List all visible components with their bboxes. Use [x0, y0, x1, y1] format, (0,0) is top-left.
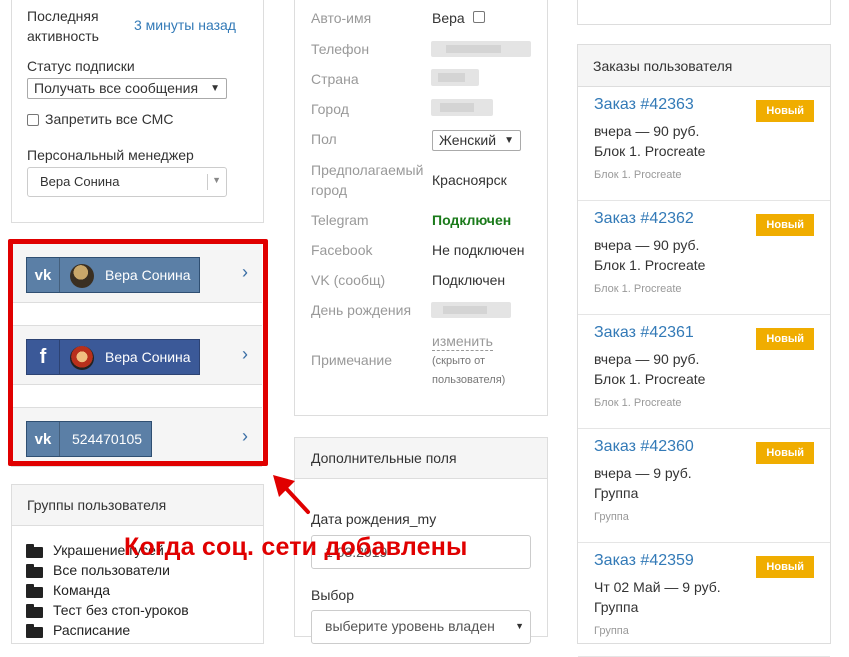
user-fields-panel: Авто-имя Вера Телефон Страна Город Пол Ж…: [294, 0, 548, 416]
estimated-city-label: Предполагаемый город: [311, 162, 424, 198]
folder-icon: [26, 584, 43, 598]
telegram-label: Telegram: [311, 212, 369, 228]
order-meta: вчера — 90 руб.: [594, 237, 700, 253]
order-meta: Чт 02 Май — 9 руб.: [594, 579, 721, 595]
choice-select[interactable]: выберите уровень владен ▼: [311, 610, 531, 644]
city-value-redacted: [431, 99, 493, 116]
status-badge: Новый: [756, 442, 814, 464]
folder-icon: [26, 624, 43, 638]
birthday-my-label: Дата рождения_my: [311, 511, 437, 527]
subscription-label: Статус подписки: [27, 58, 135, 74]
annotation-caption: Когда соц. сети добавлены: [124, 533, 468, 561]
folder-icon: [26, 604, 43, 618]
manager-select[interactable]: Вера Сонина ▼: [27, 167, 227, 197]
note-edit-link[interactable]: изменить: [432, 332, 493, 351]
chevron-down-icon: ▼: [504, 135, 514, 146]
order-meta: вчера — 90 руб.: [594, 351, 700, 367]
subscription-select-value: Получать все сообщения: [34, 80, 199, 96]
group-item[interactable]: Расписание: [53, 622, 130, 638]
order-title[interactable]: Заказ #42361: [594, 324, 694, 342]
subscription-panel: Последняя активность 3 минуты назад Стат…: [11, 0, 264, 223]
highlight-frame: [8, 239, 268, 466]
order-title[interactable]: Заказ #42360: [594, 438, 694, 456]
birthday-label: День рождения: [311, 302, 412, 318]
avatar-name-value: Вера: [432, 10, 465, 26]
country-label: Страна: [311, 71, 359, 87]
order-subtitle: Блок 1. Procreate: [594, 397, 682, 409]
order-product: Блок 1. Procreate: [594, 371, 706, 387]
status-badge: Новый: [756, 100, 814, 122]
folder-icon: [26, 564, 43, 578]
order-item[interactable]: Заказ #42362 Новый вчера — 90 руб. Блок …: [578, 201, 830, 315]
order-subtitle: Группа: [594, 625, 629, 637]
orders-panel: Заказы пользователя Заказ #42363 Новый в…: [577, 44, 831, 657]
order-meta: вчера — 9 руб.: [594, 465, 692, 481]
status-badge: Новый: [756, 556, 814, 578]
vk-status: Подключен: [432, 272, 506, 288]
manager-label: Персональный менеджер: [27, 147, 194, 163]
group-item[interactable]: Команда: [53, 582, 110, 598]
group-item[interactable]: Все пользователи: [53, 562, 170, 578]
orders-title: Заказы пользователя: [593, 58, 733, 74]
status-badge: Новый: [756, 214, 814, 236]
order-title[interactable]: Заказ #42362: [594, 210, 694, 228]
order-title[interactable]: Заказ #42363: [594, 96, 694, 114]
city-label: Город: [311, 101, 349, 117]
order-subtitle: Блок 1. Procreate: [594, 283, 682, 295]
folder-icon: [26, 544, 43, 558]
note-hint: (скрыто от пользователя): [432, 355, 506, 386]
groups-title: Группы пользователя: [27, 497, 167, 513]
note-label: Примечание: [311, 352, 393, 368]
gender-select[interactable]: Женский ▼: [432, 130, 521, 151]
order-product: Группа: [594, 599, 639, 615]
chevron-down-icon: ▼: [515, 621, 524, 631]
country-value-redacted: [431, 69, 479, 86]
facebook-label: Facebook: [311, 242, 373, 258]
user-groups-panel: Группы пользователя Украшение гусей Все …: [11, 484, 264, 644]
vk-label: VK (сообщ): [311, 272, 386, 288]
extra-fields-title: Дополнительные поля: [311, 450, 457, 466]
chevron-down-icon: ▼: [210, 83, 220, 94]
manager-select-value: Вера Сонина: [40, 174, 120, 189]
birthday-value-redacted: [431, 302, 511, 318]
estimated-city-value: Красноярск: [432, 172, 507, 188]
order-item[interactable]: Заказ #42363 Новый вчера — 90 руб. Блок …: [578, 87, 830, 201]
panel-header: Дополнительные поля: [295, 438, 547, 479]
order-subtitle: Группа: [594, 511, 629, 523]
subscription-select[interactable]: Получать все сообщения ▼: [27, 78, 227, 99]
ban-sms-checkbox[interactable]: [27, 114, 39, 126]
order-title[interactable]: Заказ #42359: [594, 552, 694, 570]
order-item[interactable]: Заказ #42361 Новый вчера — 90 руб. Блок …: [578, 315, 830, 429]
panel-header: Заказы пользователя: [578, 45, 830, 87]
panel-header: Группы пользователя: [12, 485, 263, 526]
last-activity-label: Последняя активность: [27, 8, 99, 44]
order-meta: вчера — 90 руб.: [594, 123, 700, 139]
phone-label: Телефон: [311, 41, 370, 57]
avatar-name-checkbox[interactable]: [473, 11, 485, 23]
group-item[interactable]: Тест без стоп-уроков: [53, 602, 189, 618]
chevron-down-icon: ▼: [212, 175, 221, 185]
select-divider: [207, 174, 208, 190]
ban-sms-label: Запретить все СМС: [45, 111, 174, 127]
choice-placeholder: выберите уровень владен: [325, 618, 495, 634]
order-product: Блок 1. Procreate: [594, 257, 706, 273]
choice-label: Выбор: [311, 587, 354, 603]
order-product: Группа: [594, 485, 639, 501]
avatar-name-label: Авто-имя: [311, 10, 372, 26]
order-item[interactable]: Заказ #42360 Новый вчера — 9 руб. Группа…: [578, 429, 830, 543]
facebook-status: Не подключен: [432, 242, 525, 258]
gender-select-value: Женский: [439, 132, 497, 148]
top-right-panel: [577, 0, 831, 25]
annotation-arrow-icon: [273, 475, 310, 514]
telegram-status: Подключен: [432, 212, 512, 228]
order-item[interactable]: Заказ #42359 Новый Чт 02 Май — 9 руб. Гр…: [578, 543, 830, 657]
status-badge: Новый: [756, 328, 814, 350]
phone-value-redacted: [431, 41, 531, 57]
gender-label: Пол: [311, 131, 337, 147]
last-activity-value[interactable]: 3 минуты назад: [134, 17, 236, 33]
order-subtitle: Блок 1. Procreate: [594, 169, 682, 181]
order-product: Блок 1. Procreate: [594, 143, 706, 159]
